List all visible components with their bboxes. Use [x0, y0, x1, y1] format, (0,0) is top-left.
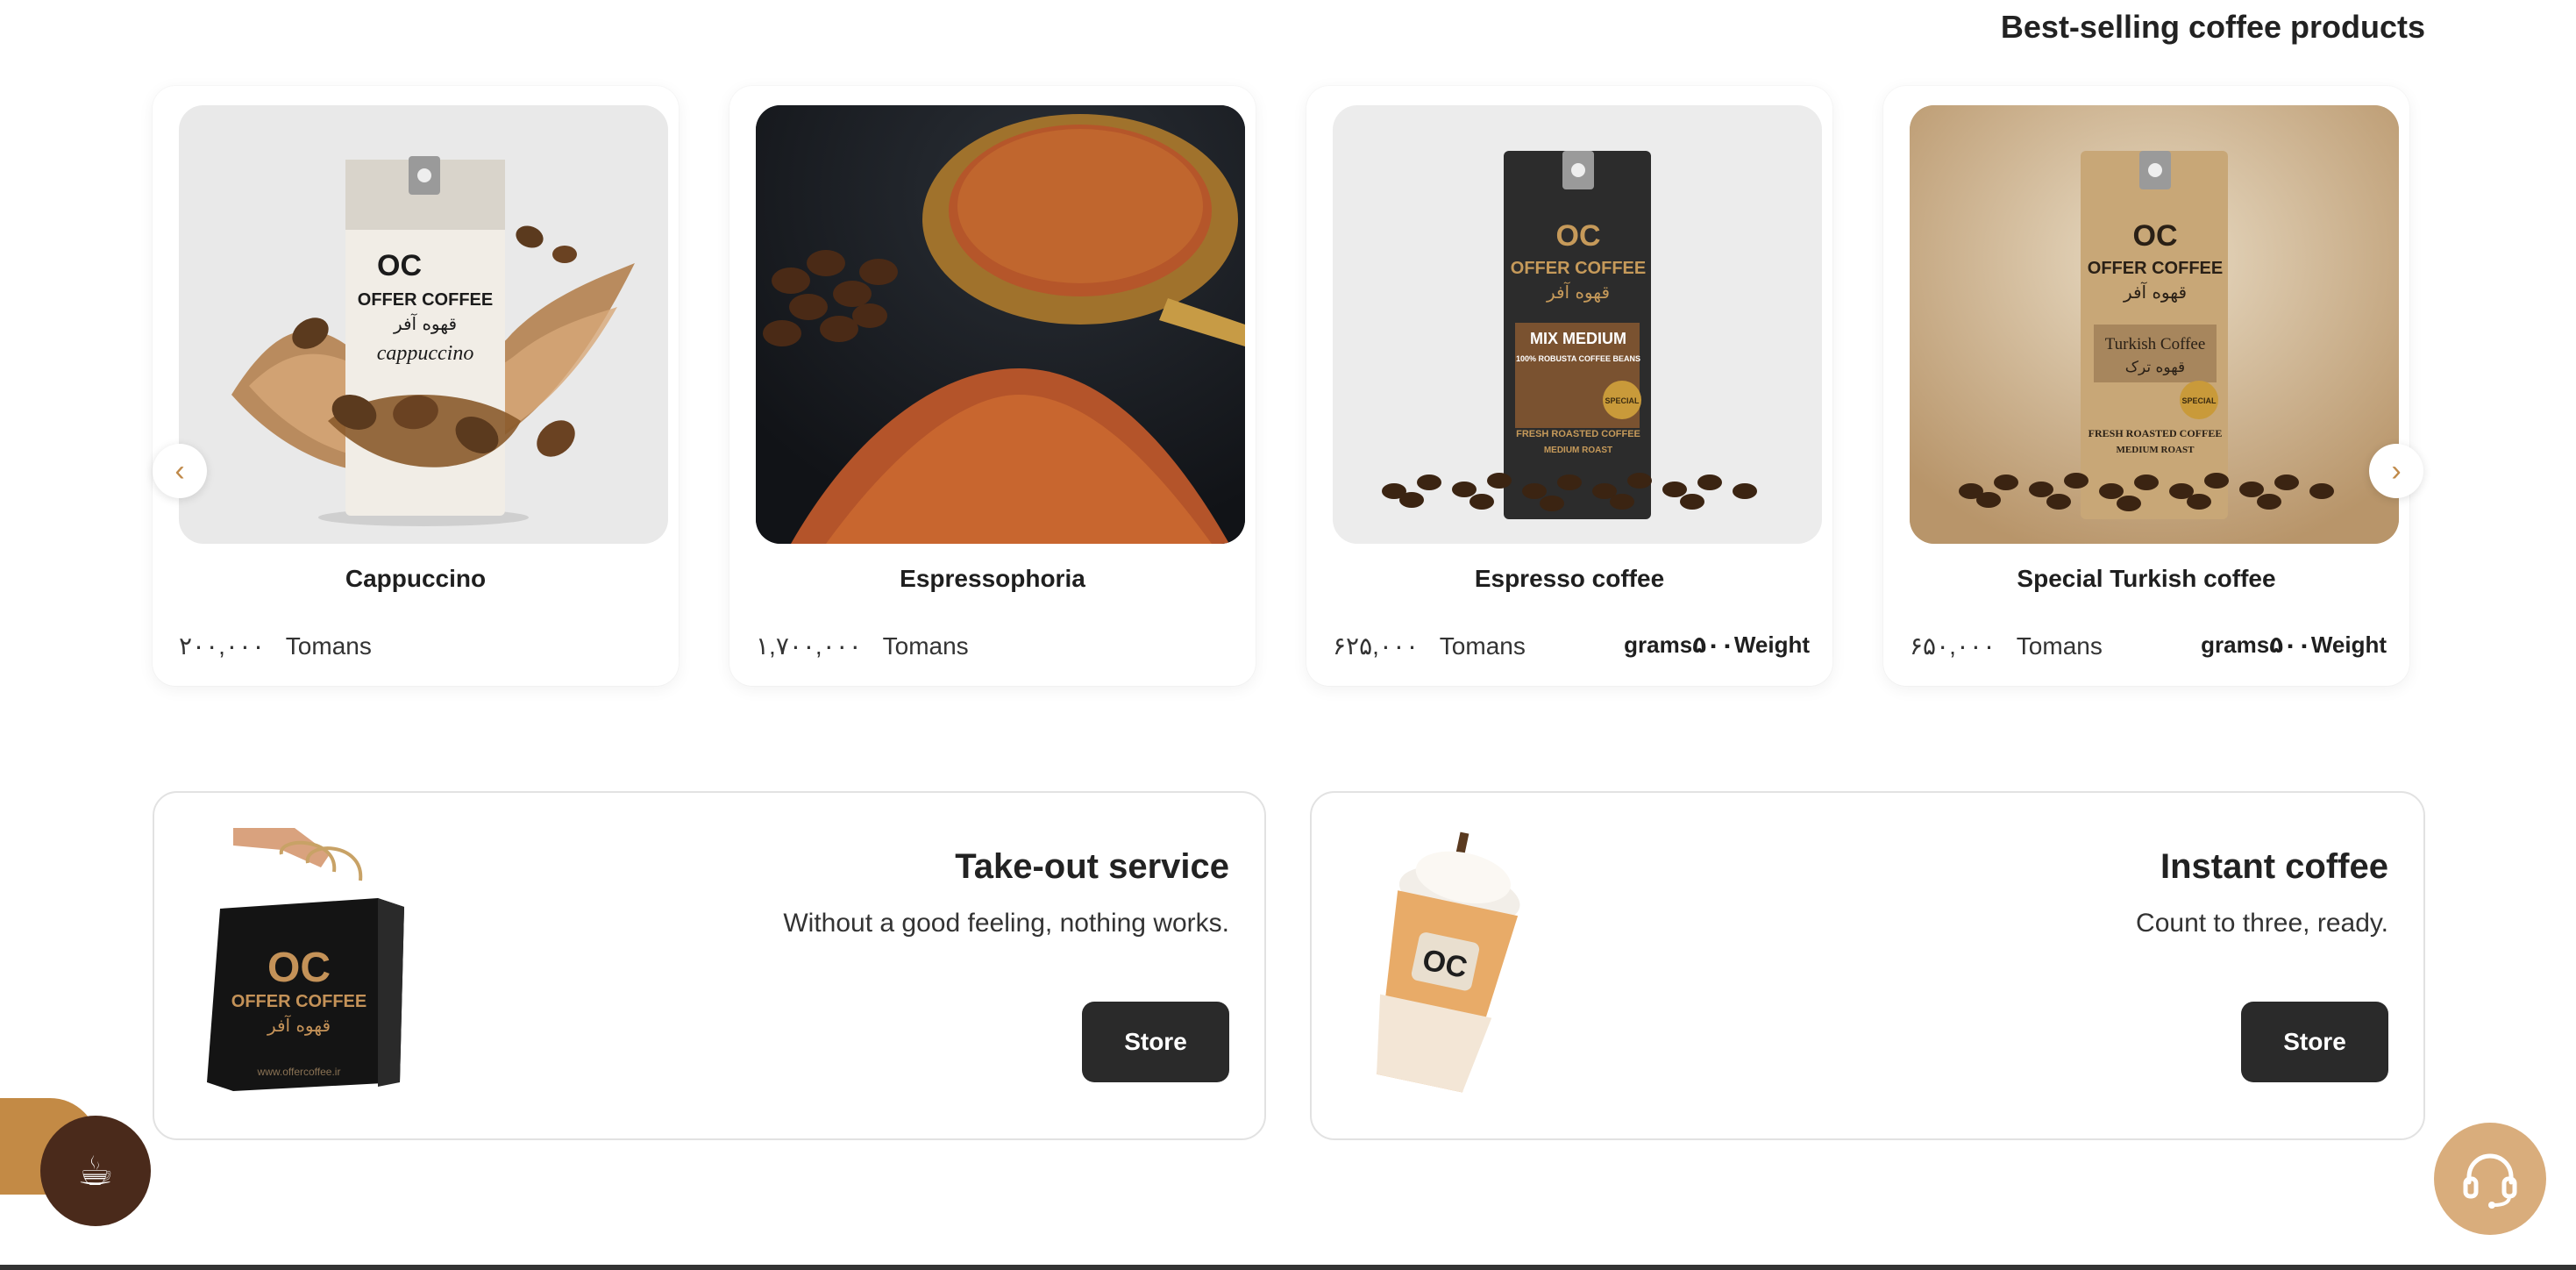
chevron-right-icon: › — [2391, 454, 2402, 488]
banner-title: Take-out service — [955, 847, 1229, 886]
product-weight: grams۵۰۰Weight — [2201, 631, 2387, 658]
carousel-next-button[interactable]: › — [2369, 444, 2423, 498]
price-currency: Tomans — [1439, 632, 1526, 660]
package-mark: OC — [377, 249, 422, 282]
package-badge: SPECIAL — [2181, 396, 2217, 405]
product-card[interactable]: OC OFFER COFFEE قهوه آفر cappuccino Capp… — [153, 86, 679, 686]
product-image-cappuccino[interactable]: OC OFFER COFFEE قهوه آفر cappuccino — [179, 105, 668, 544]
banner-title: Instant coffee — [2160, 847, 2388, 886]
product-name[interactable]: Espressophoria — [729, 565, 1256, 593]
banner-subtitle: Without a good feeling, nothing works. — [783, 909, 1229, 938]
carousel-prev-button[interactable]: ‹ — [153, 444, 207, 498]
product-image-espressophoria[interactable] — [756, 105, 1245, 544]
price-amount: ۲۰۰,۰۰۰ — [179, 632, 266, 660]
takeout-banner: OC OFFER COFFEE قهوه آفر www.offercoffee… — [153, 791, 1266, 1140]
chevron-left-icon: ‹ — [174, 454, 185, 488]
package-roast: FRESH ROASTED COFFEE — [2089, 427, 2223, 439]
price-currency: Tomans — [882, 632, 969, 660]
price-currency: Tomans — [285, 632, 372, 660]
package-brand-fa: قهوه آفر — [1546, 281, 1610, 303]
package-brand: OFFER COFFEE — [358, 290, 493, 310]
product-price: ۶۲۵,۰۰۰ Tomans — [1333, 631, 1526, 660]
bag-mark: OC — [267, 945, 331, 991]
banner-subtitle: Count to three, ready. — [2136, 909, 2388, 938]
package-roast: FRESH ROASTED COFFEE — [1516, 429, 1640, 439]
package-flavor: cappuccino — [377, 342, 474, 365]
product-name[interactable]: Espresso coffee — [1306, 565, 1832, 593]
coffee-menu-button[interactable]: ☕ — [40, 1116, 151, 1226]
product-name[interactable]: Special Turkish coffee — [1883, 565, 2409, 593]
section-title: Best-selling coffee products — [2000, 9, 2425, 45]
package-roast-level: MEDIUM ROAST — [2117, 445, 2195, 455]
product-card[interactable]: OC OFFER COFFEE قهوه آفر Turkish Coffee … — [1883, 86, 2409, 686]
package-brand: OFFER COFFEE — [1511, 259, 1646, 278]
product-price: ۱,۷۰۰,۰۰۰ Tomans — [756, 631, 969, 660]
price-currency: Tomans — [2016, 632, 2103, 660]
package-roast-level: MEDIUM ROAST — [1544, 446, 1612, 455]
page: Best-selling coffee products OC OFFER CO… — [0, 0, 2576, 1270]
package-badge: SPECIAL — [1605, 396, 1640, 405]
package-title: MIX MEDIUM — [1530, 330, 1626, 347]
package-mark: OC — [2133, 219, 2178, 253]
product-image-espresso[interactable]: OC OFFER COFFEE قهوه آفر MIX MEDIUM 100%… — [1333, 105, 1822, 544]
package-subtitle: 100% ROBUSTA COFFEE BEANS — [1516, 354, 1640, 363]
bag-brand-fa: قهوه آفر — [267, 1014, 331, 1036]
product-carousel: OC OFFER COFFEE قهوه آفر cappuccino Capp… — [153, 86, 2427, 686]
package-mark: OC — [1556, 219, 1601, 253]
support-chat-button[interactable] — [2434, 1123, 2546, 1235]
bag-url: www.offercoffee.ir — [257, 1066, 341, 1078]
product-card[interactable]: Espressophoria ۱,۷۰۰,۰۰۰ Tomans — [729, 86, 1256, 686]
bottom-bar — [0, 1265, 2576, 1270]
headset-icon — [2463, 1153, 2517, 1209]
product-image-turkish[interactable]: OC OFFER COFFEE قهوه آفر Turkish Coffee … — [1910, 105, 2399, 544]
store-button[interactable]: Store — [1082, 1002, 1229, 1082]
coffee-cup-icon: ☕ — [77, 1148, 114, 1194]
package-brand-fa: قهوه آفر — [2123, 281, 2187, 303]
product-card[interactable]: OC OFFER COFFEE قهوه آفر MIX MEDIUM 100%… — [1306, 86, 1832, 686]
product-price: ۶۵۰,۰۰۰ Tomans — [1910, 631, 2103, 660]
instant-coffee-cup-image: OC — [1377, 831, 1520, 1093]
takeout-bag-image: OC OFFER COFFEE قهوه آفر www.offercoffee… — [207, 828, 404, 1091]
package-brand: OFFER COFFEE — [2088, 259, 2223, 278]
package-title-fa: قهوه ترک — [2125, 359, 2185, 376]
price-amount: ۱,۷۰۰,۰۰۰ — [756, 632, 862, 660]
package-title: Turkish Coffee — [2105, 335, 2206, 353]
package-brand-fa: قهوه آفر — [393, 312, 457, 334]
product-name[interactable]: Cappuccino — [153, 565, 679, 593]
product-weight: grams۵۰۰Weight — [1624, 631, 1810, 658]
bag-brand: OFFER COFFEE — [231, 992, 366, 1011]
price-amount: ۶۵۰,۰۰۰ — [1910, 632, 1996, 660]
price-amount: ۶۲۵,۰۰۰ — [1333, 632, 1420, 660]
store-button[interactable]: Store — [2241, 1002, 2388, 1082]
product-price: ۲۰۰,۰۰۰ Tomans — [179, 631, 372, 660]
instant-coffee-banner: OC Instant coffee Count to three, ready.… — [1310, 791, 2425, 1140]
